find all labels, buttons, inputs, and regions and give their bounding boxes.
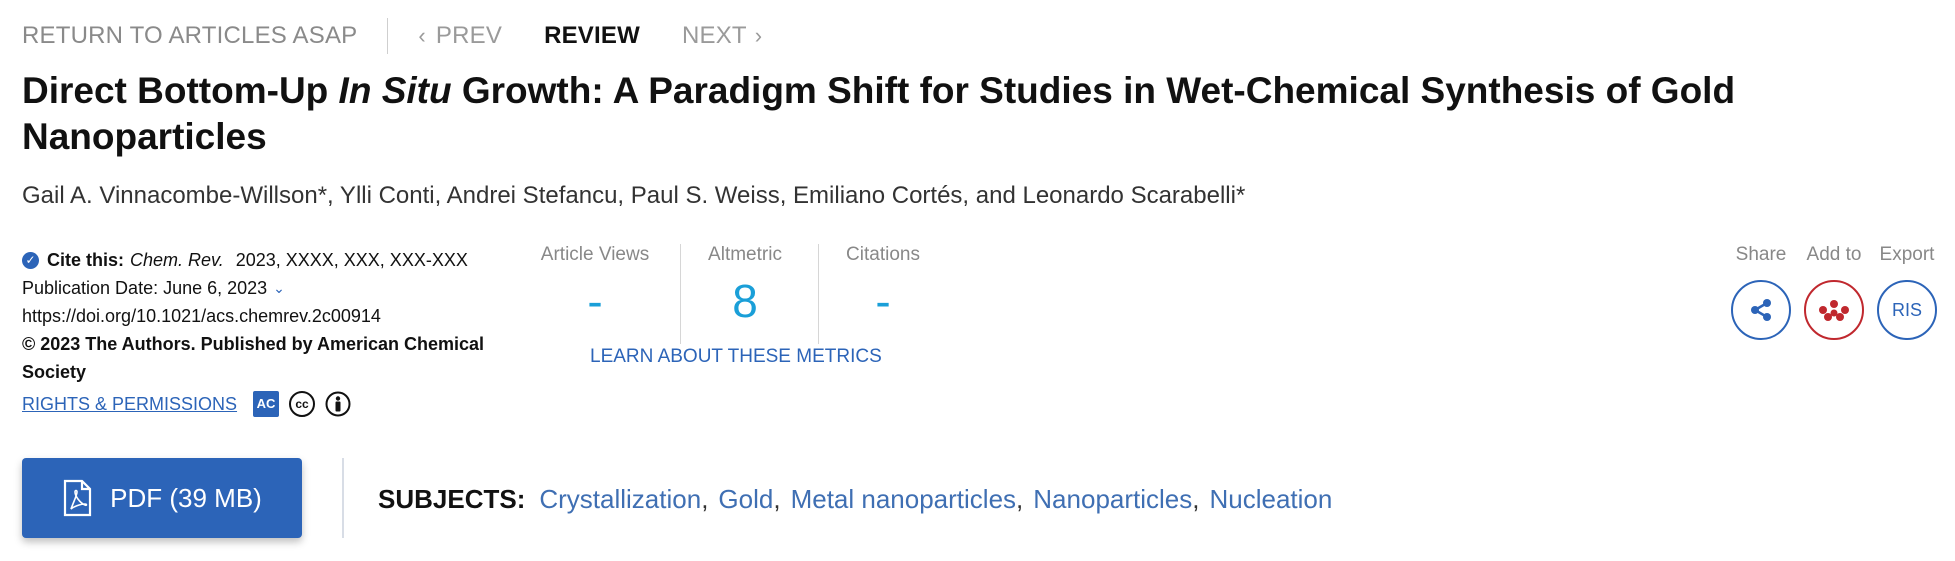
share-button[interactable] — [1731, 280, 1791, 340]
mendeley-icon — [1819, 300, 1849, 321]
article-title: Direct Bottom-Up In Situ Growth: A Parad… — [22, 68, 1822, 160]
article-views-metric: Article Views - — [530, 244, 660, 328]
citation-block: ✓ Cite this: Chem. Rev. 2023, XXXX, XXX,… — [22, 246, 522, 418]
article-views-label: Article Views — [540, 244, 650, 265]
learn-metrics-link[interactable]: LEARN ABOUT THESE METRICS — [590, 346, 882, 368]
subjects-list: SUBJECTS: Crystallization, Gold, Metal n… — [378, 484, 1332, 515]
pub-date-line[interactable]: Publication Date: June 6, 2023 ⌄ — [22, 274, 522, 302]
subject-link[interactable]: Gold — [718, 484, 773, 515]
title-italic: In Situ — [338, 70, 452, 111]
rights-permissions-link[interactable]: RIGHTS & PERMISSIONS — [22, 390, 237, 418]
rights-line: RIGHTS & PERMISSIONS AC cc — [22, 390, 522, 418]
cite-label: Cite this: — [47, 250, 125, 270]
subject-link[interactable]: Nanoparticles — [1033, 484, 1192, 515]
share-label: Share — [1735, 244, 1787, 265]
prev-link[interactable]: ‹ PREV — [418, 22, 502, 50]
metrics-panel: Article Views - Altmetric 8 Citations - … — [530, 244, 950, 367]
copyright-text: © 2023 The Authors. Published by America… — [22, 334, 485, 382]
citations-value: - — [875, 275, 891, 327]
acs-authorchoice-icon[interactable]: AC — [253, 391, 280, 417]
publication-date: Publication Date: June 6, 2023 — [22, 278, 268, 298]
add-to-label: Add to — [1806, 244, 1862, 265]
cite-line: ✓ Cite this: Chem. Rev. 2023, XXXX, XXX,… — [22, 246, 522, 274]
chevron-down-icon: ⌄ — [273, 280, 285, 296]
citation-ref: 2023, XXXX, XXX, XXX-XXX — [235, 250, 468, 270]
author-list[interactable]: Gail A. Vinnacombe-Willson*, Ylli Conti,… — [22, 182, 1245, 210]
add-to-tool: Add to — [1798, 244, 1870, 340]
doi-link[interactable]: https://doi.org/10.1021/acs.chemrev.2c00… — [22, 302, 522, 330]
nav-divider — [387, 18, 389, 54]
pdf-download-button[interactable]: PDF (39 MB) — [22, 458, 302, 538]
altmetric-value: 8 — [732, 275, 758, 327]
title-part1: Direct Bottom-Up — [22, 70, 339, 111]
attribution-icon[interactable] — [325, 391, 351, 417]
export-tool: Export RIS — [1871, 244, 1943, 340]
subject-separator: , — [1016, 484, 1024, 514]
subject-separator: , — [773, 484, 781, 514]
check-icon: ✓ — [22, 251, 39, 269]
next-label: NEXT — [681, 22, 747, 49]
article-views-value: - — [587, 275, 603, 327]
altmetric-label: Altmetric — [708, 244, 782, 265]
subject-link[interactable]: Metal nanoparticles — [791, 484, 1016, 515]
share-tool: Share — [1725, 244, 1797, 340]
pdf-label: PDF (39 MB) — [110, 482, 262, 513]
article-tools: Share Add to Export RIS — [1725, 244, 1955, 364]
export-label: Export — [1879, 244, 1935, 265]
pdf-file-icon — [64, 479, 92, 517]
article-nav: RETURN TO ARTICLES ASAP ‹ PREV REVIEW NE… — [22, 18, 762, 54]
chevron-right-icon: › — [754, 23, 763, 48]
subject-separator: , — [1192, 484, 1200, 514]
export-ris-button[interactable]: RIS — [1877, 280, 1937, 340]
altmetric-metric[interactable]: Altmetric 8 — [680, 244, 810, 328]
subject-link[interactable]: Nucleation — [1210, 484, 1333, 515]
creative-commons-icon[interactable]: cc — [289, 391, 316, 417]
citations-metric: Citations - — [818, 244, 948, 328]
next-link[interactable]: NEXT › — [682, 22, 762, 50]
prev-label: PREV — [435, 22, 503, 49]
section-divider — [342, 458, 344, 538]
citations-label: Citations — [846, 244, 920, 265]
return-to-articles-link[interactable]: RETURN TO ARTICLES ASAP — [22, 22, 357, 50]
subject-separator: , — [701, 484, 709, 514]
article-type-label: REVIEW — [544, 22, 640, 49]
chevron-left-icon: ‹ — [418, 23, 426, 48]
journal-name: Chem. Rev. — [130, 250, 224, 270]
share-icon — [1751, 299, 1771, 321]
subject-link[interactable]: Crystallization — [539, 484, 701, 515]
subjects-label: SUBJECTS: — [378, 484, 526, 514]
add-to-mendeley-button[interactable] — [1804, 280, 1864, 340]
